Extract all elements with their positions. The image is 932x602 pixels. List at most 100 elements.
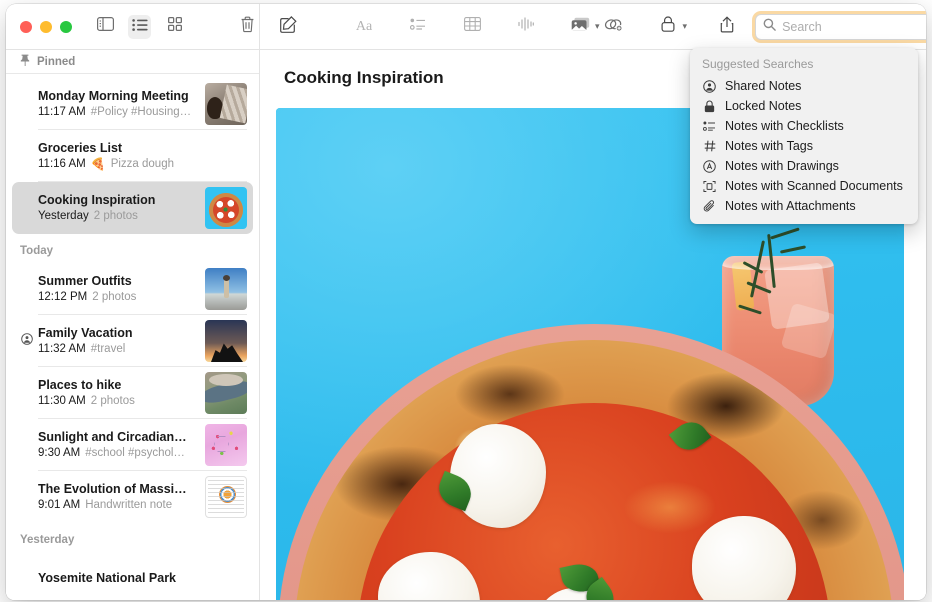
lock-button[interactable]: [654, 15, 682, 39]
lock-icon: [661, 16, 675, 37]
share-button[interactable]: [713, 15, 741, 39]
note-thumbnail: [205, 187, 247, 229]
note-row[interactable]: Groceries List 11:16 AM 🍕 Pizza dough: [12, 130, 253, 182]
chevron-down-icon: ▾: [595, 21, 600, 32]
close-button[interactable]: [20, 21, 32, 33]
hash-icon: [702, 140, 717, 152]
note-thumbnail: [205, 83, 247, 125]
note-snippet: 2 photos: [92, 289, 136, 305]
gallery-view-button[interactable]: [163, 15, 186, 39]
format-button[interactable]: Aa: [350, 15, 378, 39]
note-meta: 11:30 AM 2 photos: [38, 393, 199, 409]
suggestion-label: Notes with Tags: [725, 139, 813, 153]
note-row-text: Cooking Inspiration Yesterday 2 photos: [38, 192, 205, 224]
sidebar-icon: [97, 17, 114, 36]
note-time: 9:01 AM: [38, 497, 80, 513]
media-menu[interactable]: ▾: [566, 15, 600, 39]
note-row[interactable]: Yosemite National Park: [12, 552, 253, 600]
suggestion-locked-notes[interactable]: Locked Notes: [690, 96, 918, 116]
note-snippet: #school #psychol…: [85, 445, 185, 461]
drawing-icon: [702, 160, 717, 173]
lock-menu[interactable]: ▾: [654, 15, 688, 39]
checklist-button[interactable]: [404, 15, 432, 39]
note-row[interactable]: Monday Morning Meeting 11:17 AM #Policy …: [12, 78, 253, 130]
suggestion-label: Notes with Scanned Documents: [725, 179, 903, 193]
suggestion-label: Notes with Attachments: [725, 199, 856, 213]
suggestion-label: Notes with Checklists: [725, 119, 844, 133]
note-row-text: Yosemite National Park: [38, 570, 247, 586]
note-row[interactable]: The Evolution of Massi… 9:01 AM Handwrit…: [12, 471, 253, 523]
suggestion-notes-with-attachments[interactable]: Notes with Attachments: [690, 196, 918, 216]
note-snippet: #Policy #Housing…: [91, 104, 191, 120]
note-row[interactable]: Sunlight and Circadian… 9:30 AM #school …: [12, 419, 253, 471]
note-row-gutter: [16, 332, 38, 350]
note-title: Sunlight and Circadian…: [38, 429, 199, 445]
suggestion-notes-with-scanned-documents[interactable]: Notes with Scanned Documents: [690, 176, 918, 196]
note-meta: 9:01 AM Handwritten note: [38, 497, 199, 513]
collaborate-button[interactable]: [600, 15, 628, 39]
note-row[interactable]: Summer Outfits 12:12 PM 2 photos: [12, 263, 253, 315]
suggestion-notes-with-checklists[interactable]: Notes with Checklists: [690, 116, 918, 136]
delete-note-button[interactable]: [236, 15, 259, 39]
suggestion-label: Locked Notes: [725, 99, 801, 113]
pinned-section-header: Pinned: [6, 50, 259, 74]
note-title: Yosemite National Park: [38, 570, 241, 586]
note-title: Family Vacation: [38, 325, 199, 341]
note-title: The Evolution of Massi…: [38, 481, 199, 497]
note-meta: 11:17 AM #Policy #Housing…: [38, 104, 199, 120]
suggestion-notes-with-drawings[interactable]: Notes with Drawings: [690, 156, 918, 176]
note-row[interactable]: Places to hike 11:30 AM 2 photos: [12, 367, 253, 419]
pin-icon: [20, 54, 30, 69]
photo-icon: [571, 17, 590, 37]
note-meta: 12:12 PM 2 photos: [38, 289, 199, 305]
toolbar-left: [6, 4, 260, 49]
note-thumbnail: [205, 372, 247, 414]
note-time: 12:12 PM: [38, 289, 87, 305]
suggestion-label: Notes with Drawings: [725, 159, 839, 173]
chevron-down-icon: ▾: [683, 21, 688, 32]
checklist-icon: [702, 121, 717, 132]
note-thumbnail: [205, 476, 247, 518]
note-time: 11:30 AM: [38, 393, 86, 409]
note-row-text: Sunlight and Circadian… 9:30 AM #school …: [38, 429, 205, 461]
note-row-selected[interactable]: Cooking Inspiration Yesterday 2 photos: [12, 182, 253, 234]
media-button[interactable]: [566, 15, 594, 39]
note-time: Yesterday: [38, 208, 89, 224]
collaborate-icon: [604, 17, 623, 37]
pinned-label: Pinned: [37, 56, 75, 68]
search-field[interactable]: Search: [755, 14, 926, 40]
window-controls: [20, 21, 72, 33]
suggested-searches-popover: Suggested Searches Shared Notes: [690, 48, 918, 224]
note-title: Groceries List: [38, 140, 241, 156]
note-meta: 11:32 AM #travel: [38, 341, 199, 357]
suggestion-notes-with-tags[interactable]: Notes with Tags: [690, 136, 918, 156]
audio-button[interactable]: [512, 15, 540, 39]
note-list[interactable]: Pinned Monday Morning Meeting 11:17 AM #…: [6, 50, 260, 600]
toolbar: Aa: [6, 4, 926, 50]
note-meta: 9:30 AM #school #psychol…: [38, 445, 199, 461]
audio-waveform-icon: [518, 17, 534, 36]
search-icon: [763, 18, 776, 36]
note-row[interactable]: Family Vacation 11:32 AM #travel: [12, 315, 253, 367]
share-icon: [720, 16, 734, 38]
note-row-text: Summer Outfits 12:12 PM 2 photos: [38, 273, 205, 305]
sidebar-toggle-button[interactable]: [94, 15, 117, 39]
notes-window: Aa: [6, 4, 926, 600]
search-input[interactable]: Search: [782, 20, 822, 34]
suggestion-label: Shared Notes: [725, 79, 801, 93]
format-aa-icon: Aa: [356, 19, 372, 35]
shared-note-icon: [21, 332, 33, 350]
note-row-text: The Evolution of Massi… 9:01 AM Handwrit…: [38, 481, 205, 513]
grid-icon: [168, 17, 182, 36]
table-button[interactable]: [458, 15, 486, 39]
zoom-button[interactable]: [60, 21, 72, 33]
note-snippet: Handwritten note: [85, 497, 172, 513]
pizza: [294, 340, 894, 600]
list-view-button[interactable]: [128, 15, 151, 39]
suggestion-shared-notes[interactable]: Shared Notes: [690, 76, 918, 96]
suggested-searches-title: Suggested Searches: [690, 54, 918, 76]
note-time: 11:16 AM: [38, 156, 86, 172]
minimize-button[interactable]: [40, 21, 52, 33]
note-row-text: Groceries List 11:16 AM 🍕 Pizza dough: [38, 140, 247, 172]
new-note-button[interactable]: [274, 15, 302, 39]
